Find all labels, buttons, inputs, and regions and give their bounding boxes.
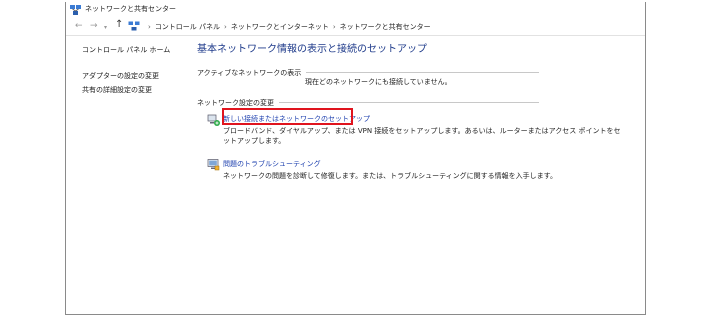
sidebar: コントロール パネル ホーム アダプターの設定の変更 共有の詳細設定の変更 bbox=[82, 45, 192, 99]
setup-description-line-2: ットアップします。 bbox=[223, 137, 286, 145]
page-title: 基本ネットワーク情報の表示と接続のセットアップ bbox=[197, 44, 427, 55]
toolbar-divider bbox=[66, 35, 645, 36]
recent-locations-dropdown-icon[interactable]: ▾ bbox=[104, 22, 107, 34]
breadcrumb-network-internet[interactable]: ネットワークとインターネット bbox=[231, 23, 329, 31]
no-connection-status: 現在どのネットワークにも接続していません。 bbox=[305, 78, 452, 86]
change-settings-label: ネットワーク設定の変更 bbox=[197, 98, 279, 108]
troubleshoot-problems-link[interactable]: 問題のトラブルシューティング bbox=[223, 159, 321, 169]
title-bar: ネットワークと共有センター bbox=[66, 2, 645, 18]
sidebar-item-control-panel-home[interactable]: コントロール パネル ホーム bbox=[82, 45, 192, 55]
address-bar: ← → ▾ ↑ › コントロール パネル › ネットワークとインターネット › ネットワー… bbox=[66, 18, 645, 34]
troubleshoot-icon bbox=[207, 159, 220, 171]
network-setup-icon bbox=[207, 114, 220, 126]
breadcrumb-separator: › bbox=[332, 23, 336, 31]
active-networks-label: アクティブなネットワークの表示 bbox=[197, 68, 307, 78]
forward-arrow-icon[interactable]: → bbox=[90, 20, 98, 32]
up-arrow-icon[interactable]: ↑ bbox=[115, 19, 123, 31]
network-location-icon bbox=[128, 21, 140, 31]
network-center-icon bbox=[70, 5, 81, 15]
troubleshoot-description: ネットワークの問題を診断して修復します。または、トラブルシューティングに関する情… bbox=[223, 172, 557, 180]
breadcrumb-control-panel[interactable]: コントロール パネル bbox=[155, 23, 220, 31]
breadcrumb: › コントロール パネル › ネットワークとインターネット › ネットワークと共有センター bbox=[144, 22, 431, 32]
breadcrumb-separator: › bbox=[148, 23, 151, 31]
sidebar-item-change-adapter-settings[interactable]: アダプターの設定の変更 bbox=[82, 71, 192, 81]
breadcrumb-separator: › bbox=[224, 23, 227, 31]
network-sharing-center-window: ネットワークと共有センター ← → ▾ ↑ › コントロール パネル › ネットワーク… bbox=[65, 2, 646, 315]
back-arrow-icon[interactable]: ← bbox=[75, 20, 83, 32]
highlight-box bbox=[222, 108, 353, 125]
breadcrumb-network-sharing-center[interactable]: ネットワークと共有センター bbox=[340, 23, 431, 31]
setup-description-line-1: ブロードバンド、ダイヤルアップ、または VPN 接続をセットアップします。あるい… bbox=[223, 127, 621, 135]
window-title: ネットワークと共有センター bbox=[85, 5, 176, 13]
sidebar-item-change-advanced-sharing[interactable]: 共有の詳細設定の変更 bbox=[82, 85, 192, 95]
setup-new-connection-description: ブロードバンド、ダイヤルアップ、または VPN 接続をセットアップします。あるい… bbox=[223, 126, 643, 146]
